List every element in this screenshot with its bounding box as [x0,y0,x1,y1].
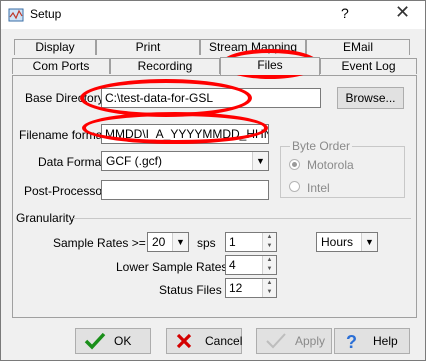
sps-value: 1 [229,235,236,249]
chevron-down-icon[interactable]: ▼ [361,233,377,251]
byte-order-title: Byte Order [290,139,353,153]
tab-print[interactable]: Print [96,39,200,55]
checkmark-icon [84,332,106,350]
setup-dialog: Setup ? ✕ Display Print Stream Mapping E… [0,0,426,361]
sample-rates-label: Sample Rates >= [53,236,146,250]
radio-intel[interactable] [289,181,300,192]
tab-recording[interactable]: Recording [110,58,220,74]
tab-email[interactable]: EMail [306,39,410,55]
spin-down-icon[interactable]: ▼ [263,242,276,251]
granularity-title: Granularity [16,211,75,225]
filename-format-input[interactable]: MMDD\I_A_YYYYMMDD_HHNN [101,124,269,144]
post-processor-label: Post-Processor [24,184,107,198]
tab-event-log[interactable]: Event Log [320,58,417,74]
post-processor-input[interactable] [101,180,269,200]
app-icon [8,8,24,22]
data-format-label: Data Format [38,155,105,169]
apply-label: Apply [295,334,326,348]
spin-down-icon[interactable]: ▼ [263,265,276,274]
status-files-value: 12 [229,281,243,295]
browse-button[interactable]: Browse... [337,87,404,109]
spin-up-icon[interactable]: ▲ [263,256,276,265]
ok-button[interactable]: OK [75,328,151,354]
motorola-label: Motorola [307,158,354,172]
status-spinner[interactable]: ▲ ▼ [262,279,276,297]
lower-spinner[interactable]: ▲ ▼ [262,256,276,274]
spin-down-icon[interactable]: ▼ [263,288,276,297]
base-directory-label: Base Directory [25,91,104,105]
sample-rates-value: 20 [152,235,166,249]
help-button[interactable]: ? Help [334,328,410,354]
spin-up-icon[interactable]: ▲ [263,233,276,242]
window-title: Setup [30,7,62,21]
status-files-label: Status Files [159,283,222,297]
cancel-x-icon [176,333,192,349]
status-files-input[interactable]: 12 ▲ ▼ [225,278,277,298]
lower-sample-rates-value: 4 [229,258,236,272]
ok-label: OK [114,334,132,348]
byte-order-group [280,146,405,198]
chevron-down-icon[interactable]: ▼ [172,233,188,251]
radio-motorola[interactable] [289,159,300,170]
unit-value: Hours [321,235,354,249]
tab-display[interactable]: Display [14,39,96,55]
data-format-value: GCF (.gcf) [106,154,162,168]
sps-label: sps [197,236,216,250]
chevron-down-icon[interactable]: ▼ [252,152,268,170]
cancel-button[interactable]: Cancel [166,328,242,354]
title-help-button[interactable]: ? [341,5,349,21]
base-directory-input[interactable]: C:\test-data-for-GSL [101,88,321,108]
apply-button[interactable]: Apply [256,328,332,354]
help-icon: ? [346,332,357,350]
close-button[interactable]: ✕ [395,2,410,23]
granularity-divider [73,218,411,219]
help-label: Help [373,334,398,348]
title-bar: Setup ? ✕ [1,1,425,29]
sps-input[interactable]: 1 ▲ ▼ [225,232,277,252]
sample-rates-select[interactable]: 20 ▼ [147,232,189,252]
filename-format-label: Filename format [19,128,106,142]
spin-up-icon[interactable]: ▲ [263,279,276,288]
tab-files[interactable]: Files [220,57,320,75]
svg-text:?: ? [346,332,357,350]
tab-com-ports[interactable]: Com Ports [12,58,110,74]
checkmark-icon [266,333,286,349]
cancel-label: Cancel [205,334,243,348]
intel-label: Intel [307,181,330,195]
tab-stream-mapping[interactable]: Stream Mapping [200,39,306,55]
data-format-select[interactable]: GCF (.gcf) ▼ [101,151,269,171]
lower-sample-rates-label: Lower Sample Rates [116,260,228,274]
sps-spinner[interactable]: ▲ ▼ [262,233,276,251]
unit-select[interactable]: Hours ▼ [316,232,378,252]
lower-sample-rates-input[interactable]: 4 ▲ ▼ [225,255,277,275]
